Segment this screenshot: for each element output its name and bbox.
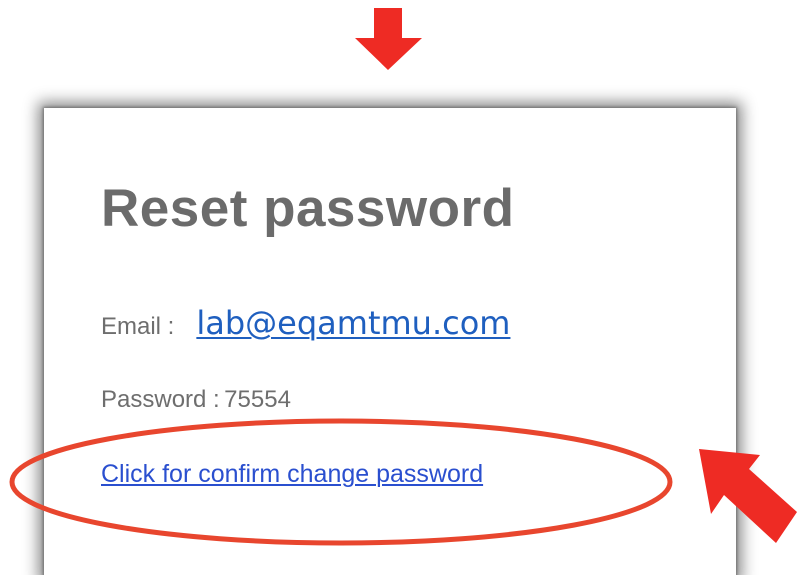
password-row: Password : 75554 xyxy=(101,386,291,414)
password-value: 75554 xyxy=(224,386,291,413)
email-link[interactable]: lab@eqamtmu.com xyxy=(196,304,510,342)
email-label: Email : xyxy=(101,313,175,340)
arrow-down-icon xyxy=(355,8,422,70)
password-label: Password : xyxy=(101,386,220,413)
confirm-row: Click for confirm change password xyxy=(101,460,483,489)
page-title: Reset password xyxy=(101,179,515,238)
screenshot-stage: Reset password Email : lab@eqamtmu.com Pa… xyxy=(0,0,797,575)
reset-password-card: Reset password Email : lab@eqamtmu.com Pa… xyxy=(44,108,736,575)
email-row: Email : lab@eqamtmu.com xyxy=(101,304,510,342)
confirm-change-password-link[interactable]: Click for confirm change password xyxy=(101,460,483,488)
